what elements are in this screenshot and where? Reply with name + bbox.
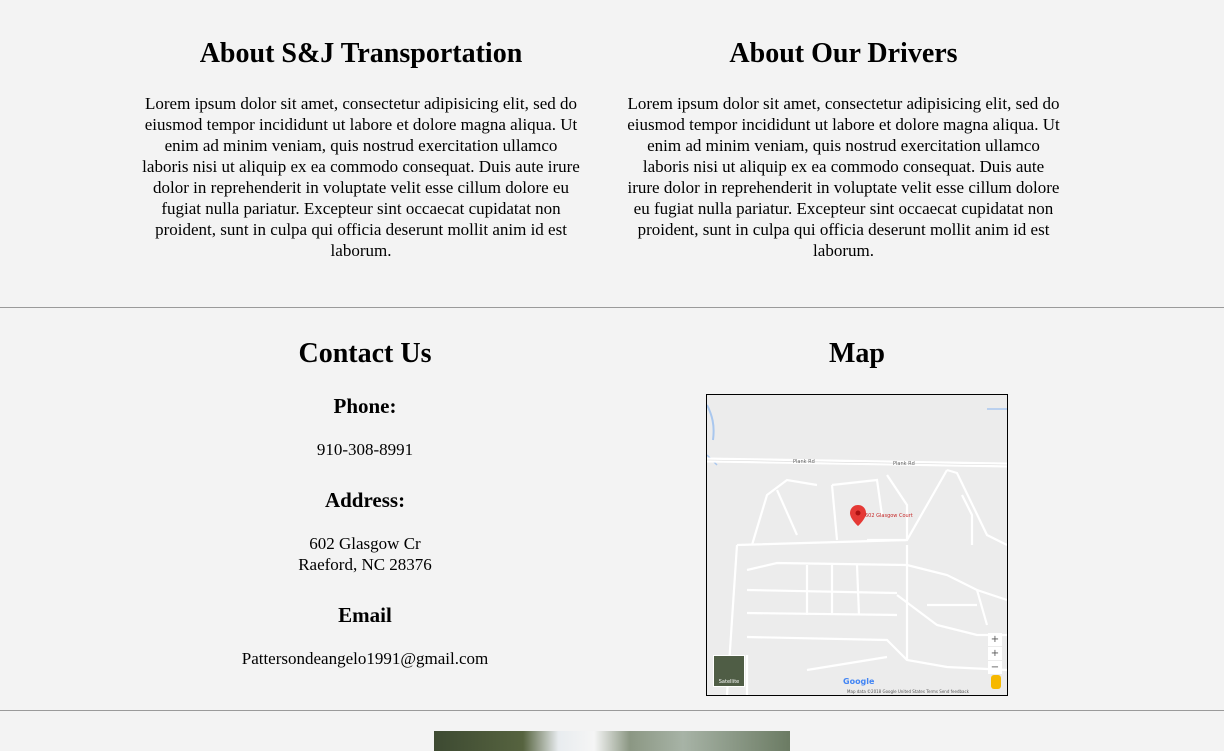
address-line-1: 602 Glasgow Cr <box>309 534 421 553</box>
section-divider-2 <box>0 710 1224 711</box>
map-marker-label: 602 Glasgow Court <box>865 513 913 519</box>
embedded-map[interactable]: 602 Glasgow Court Plank Rd Plank Rd + + … <box>706 394 1008 696</box>
satellite-label: Satellite <box>718 679 740 685</box>
about-company-title: About S&J Transportation <box>199 38 523 69</box>
road-label: Plank Rd <box>793 459 815 465</box>
about-drivers-title: About Our Drivers <box>729 38 958 69</box>
pegman-icon[interactable] <box>991 675 1001 689</box>
about-company-text: Lorem ipsum dolor sit amet, consectetur … <box>142 94 580 260</box>
google-logo: Google <box>843 677 874 686</box>
map-title: Map <box>829 338 885 369</box>
about-section: About S&J Transportation Lorem ipsum dol… <box>0 0 1224 307</box>
about-company: About S&J Transportation Lorem ipsum dol… <box>142 40 580 261</box>
road-label-2: Plank Rd <box>893 461 915 467</box>
google-logo-text: Google <box>843 677 875 686</box>
address-line-2: Raeford, NC 28376 <box>298 555 432 574</box>
map-streets: 602 Glasgow Court Plank Rd Plank Rd <box>707 395 1007 695</box>
email-value: Pattersondeangelo1991@gmail.com <box>241 649 489 668</box>
map-zoom-controls: + + − <box>988 633 1002 675</box>
section-divider <box>0 307 1224 308</box>
zoom-out-button[interactable]: − <box>988 661 1002 674</box>
address-value: 602 Glasgow Cr Raeford, NC 28376 <box>200 533 530 575</box>
map-footer[interactable]: Map data ©2018 Google United States Term… <box>847 689 969 694</box>
zoom-in-button-2[interactable]: + <box>988 647 1002 660</box>
zoom-in-button[interactable]: + <box>988 633 1002 646</box>
contact-section: Contact Us Phone: 910-308-8991 Address: … <box>200 340 530 669</box>
truck-photo <box>434 731 790 751</box>
map-section: Map <box>706 340 1008 368</box>
phone-value: 910-308-8991 <box>316 440 414 459</box>
about-drivers: About Our Drivers Lorem ipsum dolor sit … <box>625 40 1062 261</box>
contact-title: Contact Us <box>298 338 432 369</box>
address-label: Address: <box>324 488 406 512</box>
email-label: Email <box>338 603 392 627</box>
phone-label: Phone: <box>333 394 397 418</box>
about-drivers-text: Lorem ipsum dolor sit amet, consectetur … <box>627 94 1060 260</box>
satellite-toggle[interactable]: Satellite <box>713 655 745 687</box>
